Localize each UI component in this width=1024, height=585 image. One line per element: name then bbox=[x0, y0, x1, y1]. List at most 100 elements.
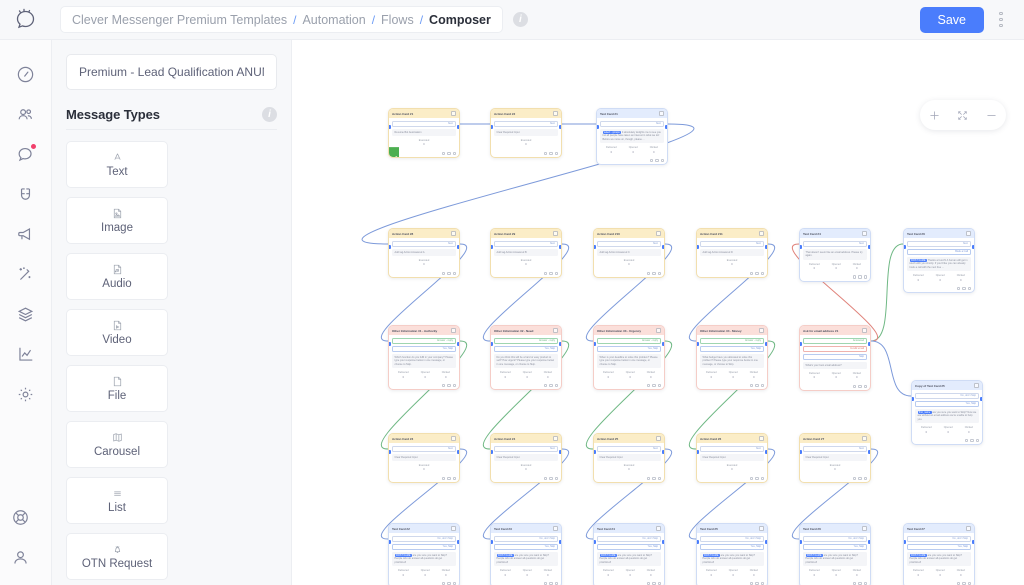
node-output-port[interactable] bbox=[559, 342, 561, 346]
settings-icon[interactable] bbox=[447, 476, 451, 481]
node-reply-row[interactable]: Answer - reply bbox=[597, 337, 661, 344]
node-output-port[interactable] bbox=[457, 540, 459, 544]
flow-node[interactable]: Action Card #9 Next Add tag Action Answere… bbox=[490, 228, 562, 279]
delete-icon[interactable] bbox=[660, 158, 664, 163]
settings-icon[interactable] bbox=[858, 476, 862, 481]
node-input-port[interactable] bbox=[491, 450, 493, 454]
node-output-port[interactable] bbox=[457, 245, 459, 249]
delete-icon[interactable] bbox=[657, 383, 661, 388]
node-output-port[interactable] bbox=[868, 540, 870, 544]
app-logo[interactable] bbox=[0, 0, 52, 40]
tile-video[interactable]: Video bbox=[66, 309, 168, 356]
delete-icon[interactable] bbox=[452, 383, 456, 388]
sidebar-item-account[interactable] bbox=[0, 537, 40, 577]
sidebar-item-dashboard[interactable] bbox=[6, 54, 46, 94]
duplicate-icon[interactable] bbox=[646, 271, 650, 276]
node-reply-row[interactable]: No, don't Skip bbox=[700, 535, 764, 542]
node-output-port[interactable] bbox=[980, 397, 982, 401]
node-input-port[interactable] bbox=[597, 125, 599, 129]
flow-node[interactable]: Text Card #5 No, don't Skip Yes, Skip FIRST… bbox=[696, 523, 768, 585]
node-reply-row[interactable]: No, don't Skip bbox=[597, 535, 661, 542]
duplicate-icon[interactable] bbox=[646, 476, 650, 481]
settings-icon[interactable] bbox=[549, 271, 553, 276]
duplicate-icon[interactable] bbox=[749, 476, 753, 481]
flow-node[interactable]: Action Card #1 Next Resume Bot Automation E… bbox=[388, 108, 460, 159]
duplicate-icon[interactable] bbox=[441, 383, 445, 388]
node-menu-icon[interactable] bbox=[759, 436, 764, 441]
flow-node[interactable]: Action Card #10 Next Add tag Action Answer… bbox=[593, 228, 665, 279]
sidebar-item-settings[interactable] bbox=[6, 374, 46, 414]
flow-canvas[interactable]: Action Card #1 Next Resume Bot Automation E… bbox=[292, 40, 1024, 585]
node-input-port[interactable] bbox=[389, 125, 391, 129]
node-reply-row[interactable]: Answer - reply bbox=[494, 337, 558, 344]
node-input-port[interactable] bbox=[491, 125, 493, 129]
delete-icon[interactable] bbox=[657, 271, 661, 276]
node-output-port[interactable] bbox=[559, 450, 561, 454]
breadcrumb-item-2[interactable]: Flows bbox=[381, 13, 414, 27]
flow-node[interactable]: Copy of Text Card #5 No, don't Skip Yes, S… bbox=[911, 380, 983, 446]
flow-node[interactable]: Action Card #6 Next Clear Required Input Ex… bbox=[696, 433, 768, 484]
delete-icon[interactable] bbox=[554, 271, 558, 276]
node-reply-row[interactable]: Yes, Skip bbox=[597, 345, 661, 352]
duplicate-icon[interactable] bbox=[441, 151, 445, 156]
settings-icon[interactable] bbox=[549, 383, 553, 388]
node-input-port[interactable] bbox=[389, 245, 391, 249]
delete-icon[interactable] bbox=[760, 383, 764, 388]
settings-icon[interactable] bbox=[655, 158, 659, 163]
node-menu-icon[interactable] bbox=[862, 436, 867, 441]
node-input-port[interactable] bbox=[697, 450, 699, 454]
node-input-port[interactable] bbox=[697, 540, 699, 544]
flow-node[interactable]: Other Information #3 - Urgency Answer - r… bbox=[593, 325, 665, 391]
breadcrumb-item-3[interactable]: Composer bbox=[429, 13, 491, 27]
node-reply-row[interactable]: Invalid email bbox=[803, 345, 867, 352]
flow-node[interactable]: Text Card #1 Next select - groups It absol… bbox=[596, 108, 668, 166]
node-reply-row[interactable]: Skip bbox=[803, 353, 867, 360]
node-reply-row[interactable]: Yes, Skip bbox=[907, 543, 971, 550]
node-output-port[interactable] bbox=[662, 540, 664, 544]
flow-node[interactable]: Other Information #4 - Money Answer - rep… bbox=[696, 325, 768, 391]
fit-to-screen-button[interactable] bbox=[952, 104, 974, 126]
tile-file[interactable]: File bbox=[66, 365, 168, 412]
node-input-port[interactable] bbox=[594, 540, 596, 544]
node-output-port[interactable] bbox=[662, 342, 664, 346]
sidebar-item-audience[interactable] bbox=[6, 94, 46, 134]
flow-node[interactable]: Text Card #4 No, don't Skip Yes, Skip FIRST… bbox=[593, 523, 665, 585]
save-button[interactable]: Save bbox=[919, 6, 984, 33]
settings-icon[interactable] bbox=[858, 275, 862, 279]
duplicate-icon[interactable] bbox=[543, 151, 547, 156]
flow-node[interactable]: Text Card #6 No, don't Skip Yes, Skip FIRST… bbox=[799, 523, 871, 585]
flow-node[interactable]: Text Card #7 No, don't Skip Yes, Skip FIRST… bbox=[903, 523, 975, 585]
node-menu-icon[interactable] bbox=[553, 111, 558, 116]
node-output-port[interactable] bbox=[765, 450, 767, 454]
node-reply-row[interactable]: Next bbox=[392, 445, 456, 452]
node-menu-icon[interactable] bbox=[451, 111, 456, 116]
node-reply-row[interactable]: Next bbox=[494, 240, 558, 247]
duplicate-icon[interactable] bbox=[956, 286, 960, 291]
node-input-port[interactable] bbox=[594, 342, 596, 346]
duplicate-icon[interactable] bbox=[749, 271, 753, 276]
node-input-port[interactable] bbox=[594, 245, 596, 249]
duplicate-icon[interactable] bbox=[649, 158, 653, 163]
node-input-port[interactable] bbox=[491, 540, 493, 544]
info-icon[interactable]: i bbox=[512, 12, 528, 27]
duplicate-icon[interactable] bbox=[441, 476, 445, 481]
node-reply-row[interactable]: Next bbox=[600, 120, 664, 127]
kebab-menu-icon[interactable] bbox=[990, 5, 1012, 35]
node-reply-row[interactable]: Yes, Skip bbox=[494, 345, 558, 352]
settings-icon[interactable] bbox=[447, 271, 451, 276]
node-menu-icon[interactable] bbox=[759, 328, 764, 333]
node-reply-row[interactable]: Yes, Skip bbox=[700, 345, 764, 352]
node-reply-row[interactable]: Yes, Skip bbox=[392, 345, 456, 352]
node-input-port[interactable] bbox=[389, 540, 391, 544]
node-menu-icon[interactable] bbox=[553, 231, 558, 236]
flow-node[interactable]: Action Card #5 Next Clear Required Input Ex… bbox=[593, 433, 665, 484]
node-input-port[interactable] bbox=[389, 450, 391, 454]
node-output-port[interactable] bbox=[457, 125, 459, 129]
flow-node[interactable]: Action Card #11 Next Add tag Action Answer… bbox=[696, 228, 768, 279]
tile-image[interactable]: Image bbox=[66, 197, 168, 244]
node-output-port[interactable] bbox=[457, 450, 459, 454]
node-reply-row[interactable]: Next bbox=[597, 240, 661, 247]
node-reply-row[interactable]: Next bbox=[494, 120, 558, 127]
duplicate-icon[interactable] bbox=[543, 476, 547, 481]
duplicate-icon[interactable] bbox=[852, 384, 856, 389]
